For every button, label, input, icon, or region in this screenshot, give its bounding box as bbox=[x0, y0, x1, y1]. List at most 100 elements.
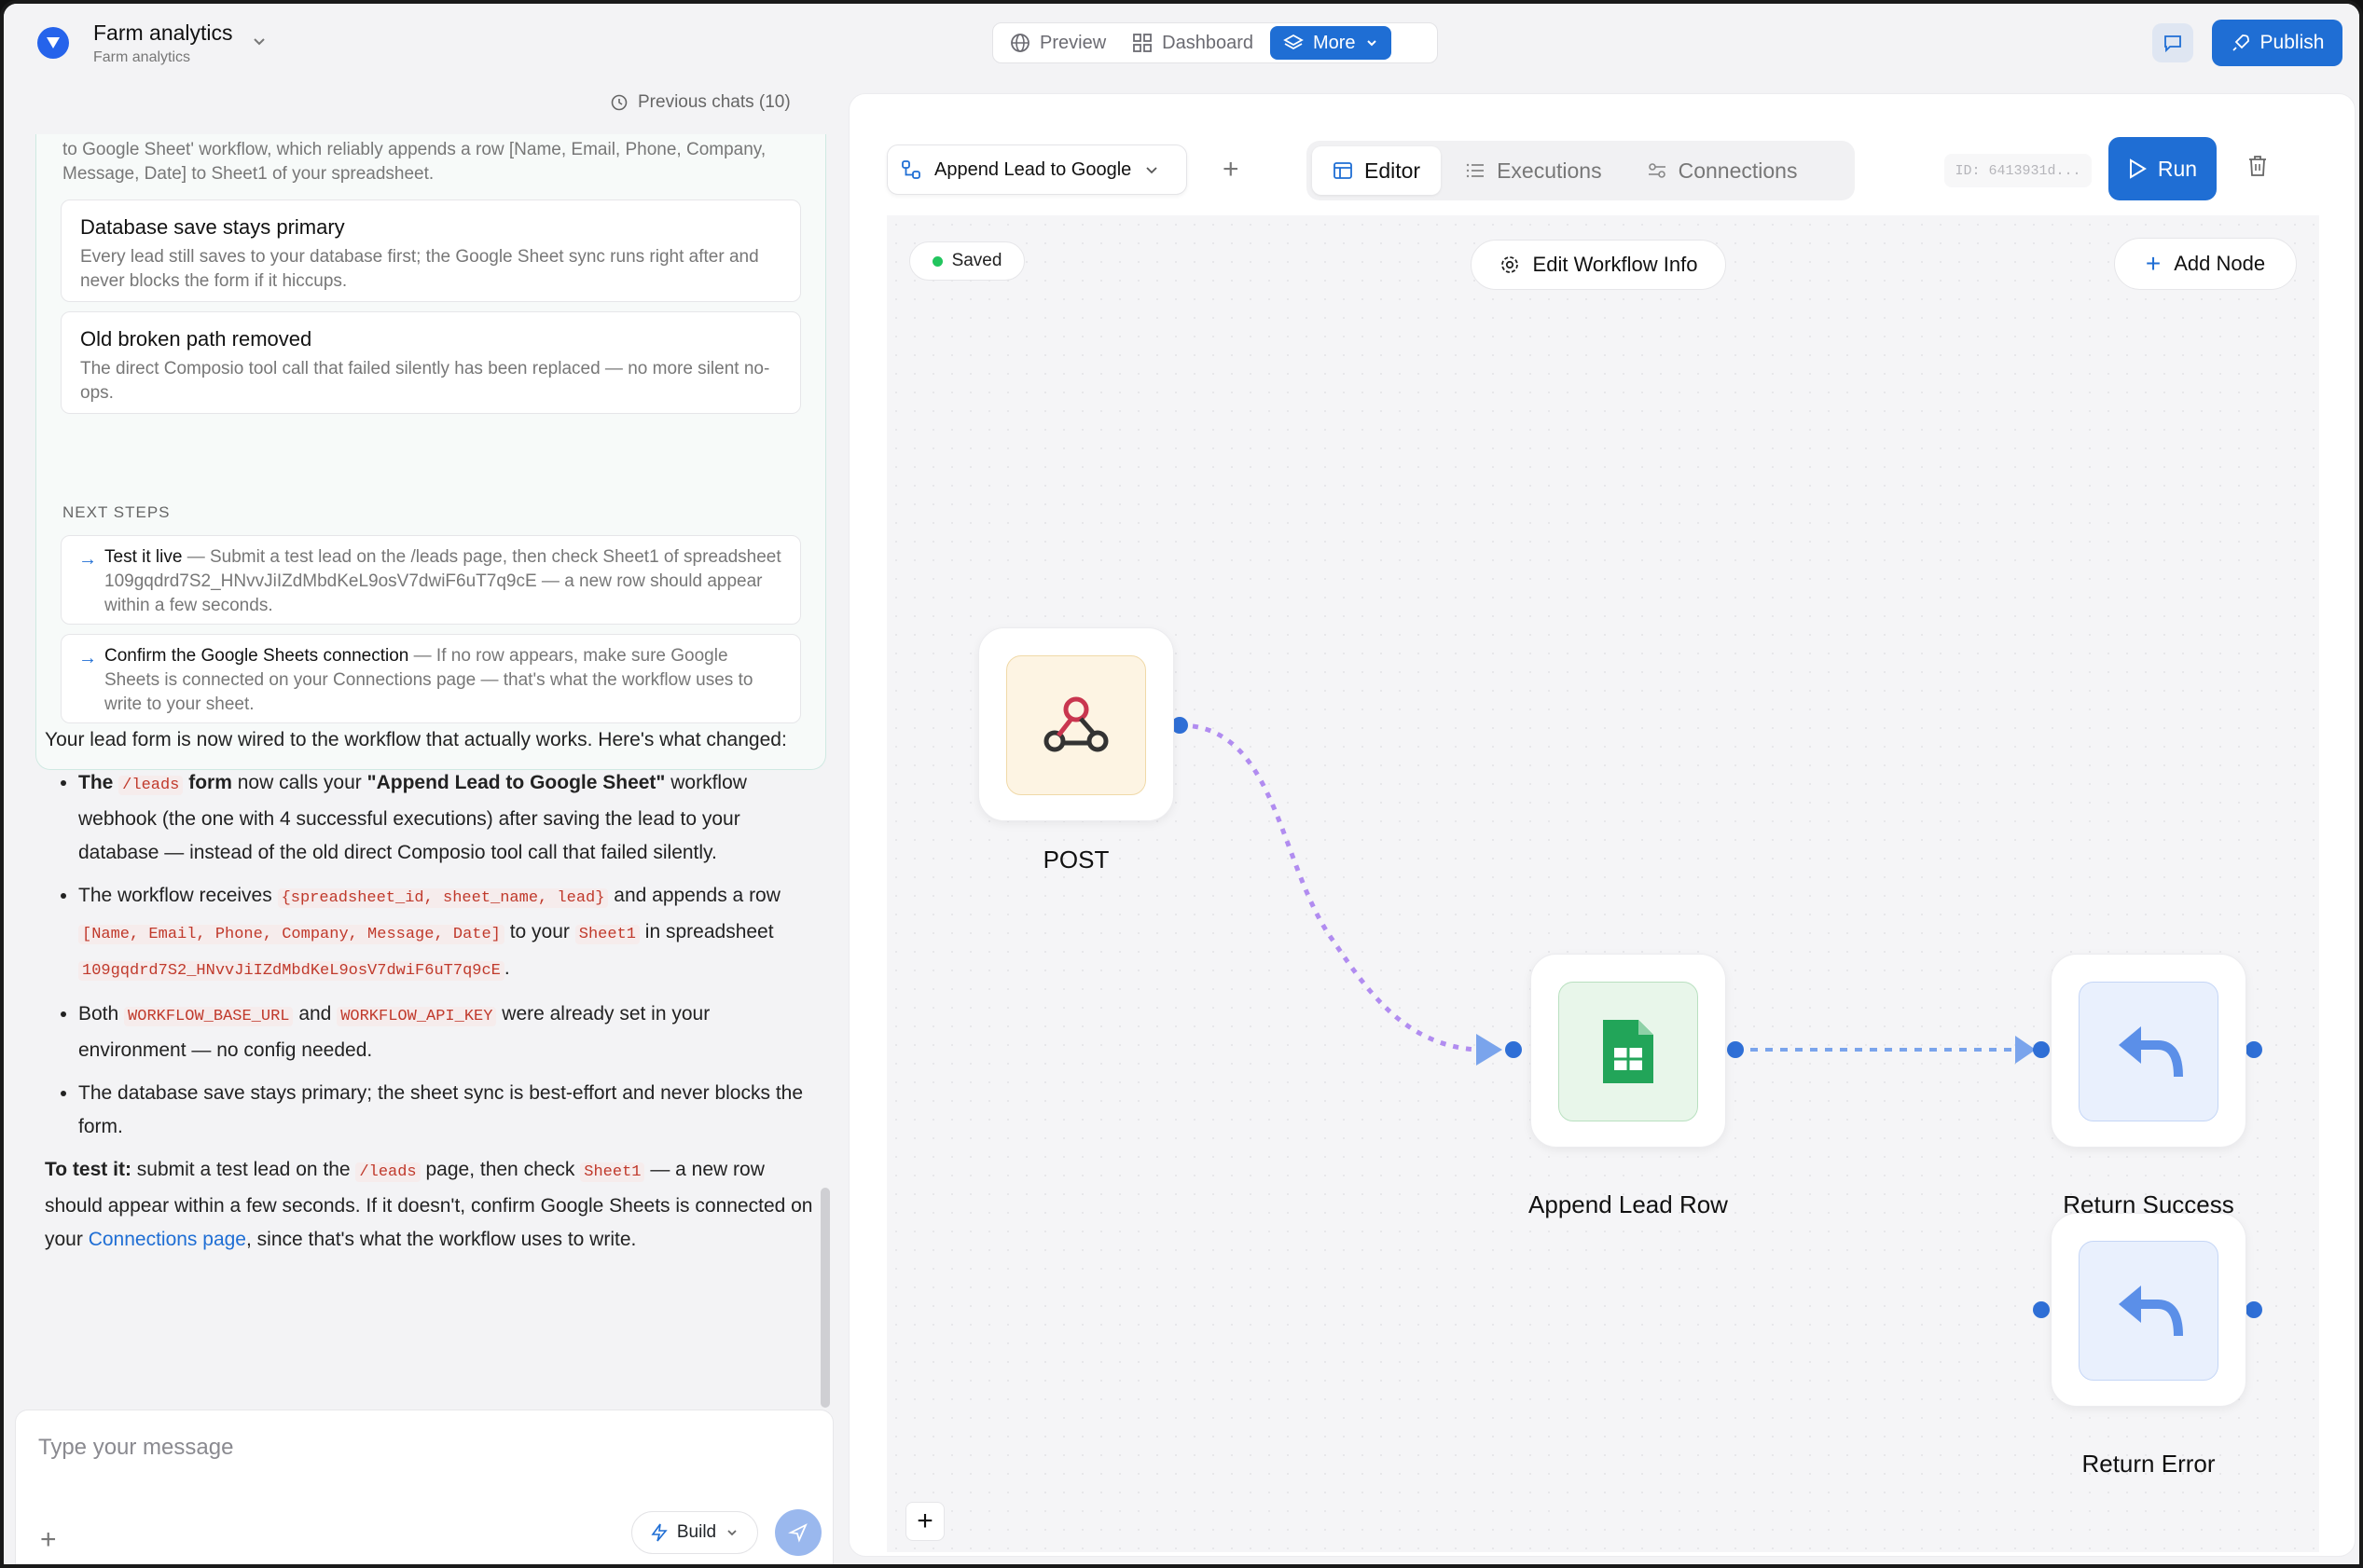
publish-button[interactable]: Publish bbox=[2212, 20, 2342, 66]
bullet-text: . bbox=[504, 957, 510, 979]
bullet-text: Both bbox=[78, 1003, 125, 1025]
inline-code: [Name, Email, Phone, Company, Message, D… bbox=[78, 925, 504, 944]
test-text: , since that's what the workflow uses to… bbox=[245, 1229, 637, 1250]
node-icon-box bbox=[2079, 1241, 2218, 1381]
new-workflow-plus-icon[interactable]: + bbox=[1223, 154, 1239, 186]
tab-executions[interactable]: Executions bbox=[1444, 146, 1623, 195]
node-post-label: POST bbox=[1043, 846, 1110, 873]
bullet-item: The database save stays primary; the she… bbox=[78, 1077, 819, 1144]
node-return-success[interactable] bbox=[2051, 954, 2246, 1148]
truncated-summary-text: to Google Sheet' workflow, which reliabl… bbox=[62, 140, 767, 184]
trash-icon[interactable] bbox=[2246, 154, 2269, 178]
handle-append-output[interactable] bbox=[1727, 1041, 1744, 1058]
next-step-item: → Test it live — Submit a test lead on t… bbox=[61, 535, 801, 625]
test-label: To test it: bbox=[45, 1159, 131, 1180]
handle-append-input[interactable] bbox=[1505, 1041, 1522, 1058]
next-steps-heading: NEXT STEPS bbox=[62, 503, 171, 521]
top-bar: Farm analytics Farm analytics Preview Da… bbox=[4, 4, 2359, 78]
app-title[interactable]: Farm analytics bbox=[93, 21, 233, 46]
handle-success-output[interactable] bbox=[2246, 1041, 2262, 1058]
workflow-icon bbox=[902, 160, 920, 179]
summary-item-body: Every lead still saves to your database … bbox=[80, 247, 759, 291]
summary-card: to Google Sheet' workflow, which reliabl… bbox=[35, 134, 826, 770]
assistant-message: Your lead form is now wired to the workf… bbox=[45, 723, 819, 1257]
tab-connections[interactable]: Connections bbox=[1626, 146, 1818, 195]
bullet-text: and appends a row bbox=[608, 885, 781, 906]
edge-post-to-append[interactable] bbox=[1179, 722, 1477, 1052]
tab-dashboard-label: Dashboard bbox=[1162, 32, 1253, 53]
play-icon bbox=[2129, 158, 2147, 179]
inline-code: 109gqdrd7S2_HNvvJiIZdMbdKeL9osV7dwiF6uT7… bbox=[78, 961, 504, 981]
previous-chats-label: Previous chats (10) bbox=[638, 92, 791, 112]
chat-scrollbar[interactable] bbox=[821, 1188, 830, 1408]
message-input[interactable] bbox=[38, 1435, 803, 1461]
grid-icon bbox=[1133, 34, 1153, 52]
node-append-lead-row[interactable] bbox=[1530, 954, 1726, 1148]
connections-icon bbox=[1648, 163, 1665, 178]
tab-preview[interactable]: Preview bbox=[997, 26, 1119, 60]
build-mode-select[interactable]: Build bbox=[631, 1511, 758, 1554]
build-mode-label: Build bbox=[676, 1522, 717, 1542]
handle-success-input[interactable] bbox=[2033, 1041, 2050, 1058]
edge-arrow-icon bbox=[1476, 1034, 1502, 1066]
arrow-right-icon: → bbox=[78, 648, 97, 668]
message-bullets: The /leads form now calls your "Append L… bbox=[78, 766, 819, 1144]
workflow-tabs: Editor Executions Connections bbox=[1306, 141, 1855, 200]
bullet-text: in spreadsheet bbox=[639, 921, 774, 942]
bullet-text: "Append Lead to Google Sheet" bbox=[366, 772, 666, 793]
bullet-text: The bbox=[78, 772, 119, 793]
webhook-icon bbox=[1043, 696, 1109, 752]
attach-plus-icon[interactable]: + bbox=[40, 1524, 57, 1556]
workflow-select[interactable]: Append Lead to Google bbox=[887, 144, 1187, 195]
handle-error-input[interactable] bbox=[2033, 1301, 2050, 1318]
top-nav-tabs: Preview Dashboard More bbox=[992, 22, 1438, 63]
node-append-label: Append Lead Row bbox=[1528, 1190, 1728, 1218]
workflow-toolbar: Append Lead to Google + Editor Execution… bbox=[887, 131, 2323, 225]
tab-editor[interactable]: Editor bbox=[1312, 146, 1442, 195]
inline-code: /leads bbox=[118, 776, 184, 795]
tab-dashboard[interactable]: Dashboard bbox=[1119, 26, 1266, 60]
chevron-down-icon bbox=[1146, 167, 1157, 174]
run-button[interactable]: Run bbox=[2108, 137, 2217, 200]
send-icon bbox=[788, 1523, 808, 1543]
bullet-text: form bbox=[183, 772, 232, 793]
send-button[interactable] bbox=[775, 1509, 822, 1556]
inline-code: WORKFLOW_API_KEY bbox=[337, 1007, 497, 1026]
app-subtitle: Farm analytics bbox=[93, 49, 191, 65]
tab-more-label: More bbox=[1312, 32, 1356, 53]
test-instructions: To test it: submit a test lead on the /l… bbox=[45, 1153, 819, 1257]
canvas-zoom-plus-button[interactable]: + bbox=[905, 1502, 945, 1541]
inline-code: /leads bbox=[355, 1162, 421, 1182]
bullet-item: The workflow receives {spreadsheet_id, s… bbox=[78, 879, 819, 988]
chat-panel: Previous chats (10) to Google Sheet' wor… bbox=[4, 78, 843, 1564]
workflow-canvas[interactable]: Saved Edit Workflow Info + Add Node POST… bbox=[887, 215, 2319, 1552]
summary-item: Database save stays primary Every lead s… bbox=[61, 199, 801, 302]
bullet-item: Both WORKFLOW_BASE_URL and WORKFLOW_API_… bbox=[78, 997, 819, 1067]
node-post[interactable] bbox=[978, 627, 1174, 821]
message-intro: Your lead form is now wired to the workf… bbox=[45, 729, 787, 750]
summary-item-title: Database save stays primary bbox=[80, 215, 345, 239]
summary-item: Old broken path removed The direct Compo… bbox=[61, 311, 801, 414]
handle-error-output[interactable] bbox=[2246, 1301, 2262, 1318]
google-sheets-icon bbox=[1603, 1020, 1653, 1083]
comments-button[interactable] bbox=[2152, 23, 2193, 62]
chevron-down-icon[interactable] bbox=[252, 34, 267, 48]
edge-arrow-icon bbox=[2015, 1036, 2036, 1064]
workflow-panel: Append Lead to Google + Editor Execution… bbox=[849, 93, 2356, 1557]
inline-code: Sheet1 bbox=[580, 1162, 645, 1182]
next-step-body: — Submit a test lead on the /leads page,… bbox=[104, 547, 781, 615]
rocket-icon bbox=[2232, 34, 2249, 51]
inline-code: Sheet1 bbox=[574, 925, 640, 944]
tab-connections-label: Connections bbox=[1678, 158, 1798, 183]
globe-icon bbox=[1011, 34, 1029, 52]
tab-more[interactable]: More bbox=[1269, 26, 1391, 60]
layers-icon bbox=[1283, 34, 1304, 50]
previous-chats-button[interactable]: Previous chats (10) bbox=[610, 92, 791, 113]
node-return-error[interactable] bbox=[2051, 1213, 2246, 1407]
bullet-text: to your bbox=[504, 921, 575, 942]
connections-page-link[interactable]: Connections page bbox=[89, 1229, 246, 1250]
tab-executions-label: Executions bbox=[1497, 158, 1602, 183]
bullet-text: and bbox=[293, 1003, 338, 1025]
workflow-id[interactable]: ID: 6413931d... bbox=[1944, 154, 2092, 187]
app-logo-icon[interactable] bbox=[37, 27, 69, 59]
